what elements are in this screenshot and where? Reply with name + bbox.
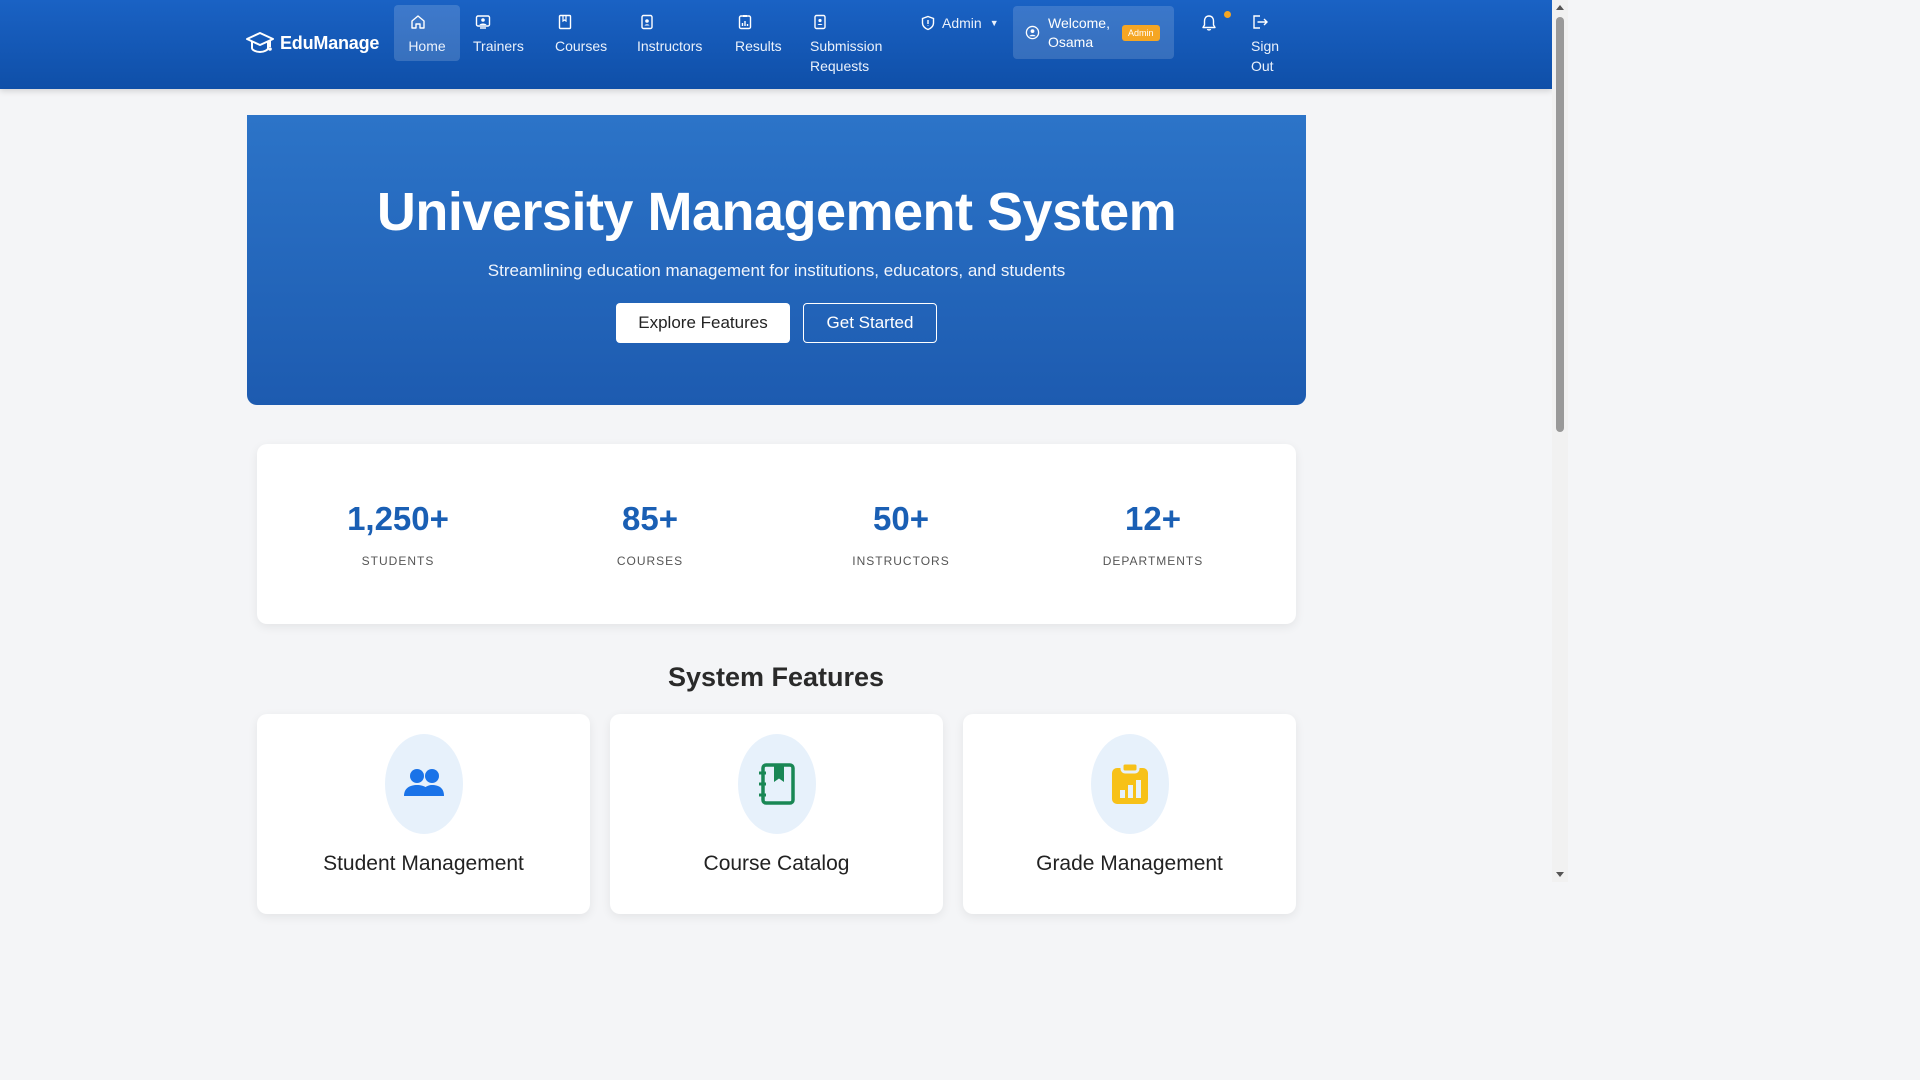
sign-out-button[interactable]: Sign Out (1251, 14, 1279, 76)
nav-instructors-label: Instructors (637, 38, 703, 54)
brand-name: EduManage (280, 32, 380, 53)
user-welcome[interactable]: Welcome, Osama Admin (1013, 6, 1174, 59)
graduation-cap-icon (246, 32, 274, 54)
stat-courses: 85+ COURSES (550, 500, 750, 568)
nav-trainers-label: Trainers (473, 38, 524, 54)
stat-students: 1,250+ STUDENTS (298, 500, 498, 568)
feature-card-title: Student Management (323, 852, 524, 875)
nav-home[interactable]: Home (394, 5, 460, 61)
stats-panel: 1,250+ STUDENTS 85+ COURSES 50+ INSTRUCT… (257, 444, 1296, 624)
feature-card-title: Grade Management (1036, 852, 1223, 875)
hero-banner: University Management System Streamlinin… (247, 115, 1306, 405)
nav-results-label: Results (735, 38, 782, 54)
nav-home-label: Home (408, 38, 446, 54)
trainer-icon (475, 15, 491, 29)
bell-icon[interactable] (1200, 14, 1218, 32)
report-icon (738, 15, 752, 30)
feature-card-title: Course Catalog (703, 852, 850, 875)
top-navbar: EduManage Home Trainers Courses Instruct… (0, 0, 1552, 89)
sign-out-line1: Sign (1251, 38, 1280, 54)
page-scrollbar[interactable] (1552, 0, 1568, 882)
hero-title: University Management System (376, 182, 1177, 242)
brand-logo[interactable]: EduManage (246, 30, 379, 56)
user-circle-icon (1025, 25, 1040, 40)
stat-departments: 12+ DEPARTMENTS (1053, 500, 1253, 568)
journal-icon (758, 763, 795, 805)
book-icon (558, 14, 572, 30)
features-heading: System Features (667, 662, 885, 692)
nav-instructors[interactable]: Instructors (637, 5, 702, 56)
clipboard-icon (814, 14, 826, 30)
scroll-down-arrow-icon[interactable] (1556, 872, 1564, 877)
chevron-down-icon: ▼ (989, 18, 999, 28)
nav-submission-requests[interactable]: Submission Requests (810, 5, 900, 76)
clipboard-chart-icon (1111, 761, 1148, 804)
feature-icon-circle (1090, 734, 1169, 834)
stat-label: INSTRUCTORS (852, 554, 950, 568)
shield-icon (921, 15, 935, 31)
stat-value: 50+ (873, 500, 929, 537)
notification-dot (1224, 11, 1231, 18)
hero-subtitle: Streamlining education management for in… (487, 261, 1066, 280)
home-icon (411, 15, 425, 29)
sign-out-icon (1253, 15, 1268, 29)
explore-features-button[interactable]: Explore Features (616, 303, 790, 343)
feature-icon-circle (384, 734, 463, 834)
stat-value: 85+ (622, 500, 678, 537)
stat-label: STUDENTS (361, 554, 435, 568)
users-icon (403, 769, 444, 796)
stat-value: 12+ (1125, 500, 1181, 537)
feature-card-grade-management[interactable]: Grade Management (963, 714, 1296, 914)
nav-results[interactable]: Results (735, 5, 782, 56)
scroll-up-arrow-icon[interactable] (1556, 5, 1564, 10)
welcome-username: Osama (1048, 33, 1094, 50)
feature-card-course-catalog[interactable]: Course Catalog (610, 714, 943, 914)
stat-label: COURSES (616, 554, 684, 568)
id-badge-icon (641, 14, 653, 30)
feature-card-student-management[interactable]: Student Management (257, 714, 590, 914)
admin-dropdown-label: Admin (942, 15, 982, 31)
stat-value: 1,250+ (347, 500, 449, 537)
scrollbar-thumb[interactable] (1556, 17, 1564, 432)
nav-courses[interactable]: Courses (555, 5, 607, 56)
welcome-greeting: Welcome, (1048, 14, 1110, 31)
stat-label: DEPARTMENTS (1102, 554, 1204, 568)
stat-instructors: 50+ INSTRUCTORS (801, 500, 1001, 568)
feature-icon-circle (737, 734, 816, 834)
get-started-button[interactable]: Get Started (803, 303, 937, 343)
sign-out-line2: Out (1251, 58, 1274, 74)
role-badge: Admin (1121, 24, 1160, 41)
nav-submission-requests-label: Submission Requests (810, 38, 883, 74)
admin-dropdown[interactable]: Admin ▼ (920, 15, 999, 31)
nav-courses-label: Courses (555, 38, 608, 54)
nav-trainers[interactable]: Trainers (473, 5, 524, 56)
